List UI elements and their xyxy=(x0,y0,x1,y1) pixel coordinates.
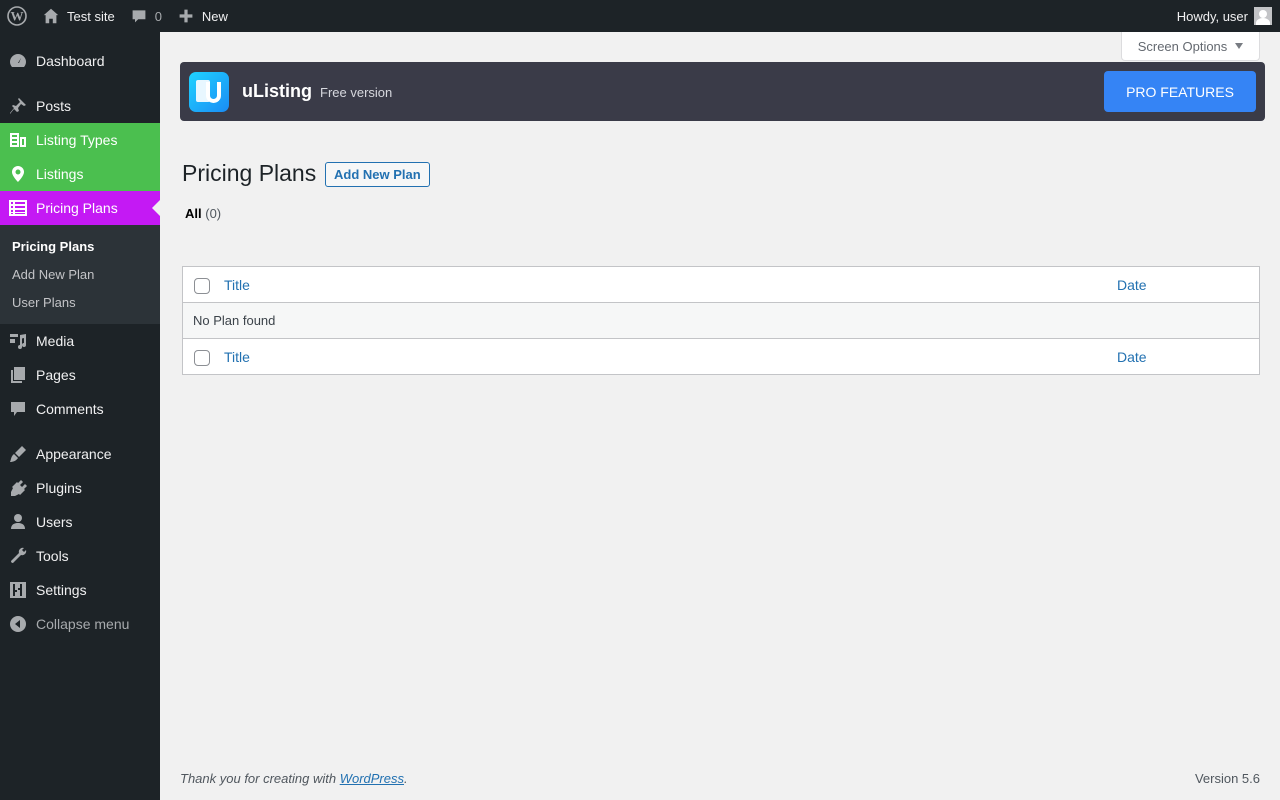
table-header-row: Title Date xyxy=(183,267,1259,303)
pricing-plans-submenu: Pricing Plans Add New Plan User Plans xyxy=(0,225,160,324)
table-footer-row: Title Date xyxy=(183,338,1259,374)
admin-bar: W Test site 0 New Howdy, user xyxy=(0,0,1280,32)
ulisting-logo-icon xyxy=(189,71,229,112)
menu-dashboard[interactable]: Dashboard xyxy=(0,44,160,78)
select-all-checkbox-footer[interactable] xyxy=(194,349,210,366)
footer-thanks-prefix: Thank you for creating with xyxy=(180,771,340,786)
wrench-icon xyxy=(0,546,36,566)
menu-label: Pages xyxy=(36,367,76,383)
page-title: Pricing Plans xyxy=(182,160,317,186)
filter-all-count: (0) xyxy=(205,206,222,221)
banner-version: Free version xyxy=(320,85,393,100)
footer-thanks-suffix: . xyxy=(404,771,408,786)
plans-table: Title Date No Plan found Title Date xyxy=(182,266,1260,375)
media-icon xyxy=(0,331,36,351)
menu-label: Media xyxy=(36,333,75,349)
status-filter: All (0) xyxy=(185,206,221,221)
comments-link[interactable]: 0 xyxy=(123,0,170,32)
pages-icon xyxy=(0,365,36,385)
comment-icon xyxy=(132,10,146,23)
menu-label: Collapse menu xyxy=(36,616,130,632)
footer-version: Version 5.6 xyxy=(1194,771,1260,786)
menu-listing-types[interactable]: Listing Types xyxy=(0,123,160,157)
location-pin-icon xyxy=(0,164,36,184)
home-icon xyxy=(43,8,59,24)
menu-label: Plugins xyxy=(36,480,82,496)
caret-down-icon xyxy=(1235,43,1244,49)
banner-brand: uListing xyxy=(242,81,312,101)
submenu-pricing-plans[interactable]: Pricing Plans xyxy=(0,232,160,260)
menu-listings[interactable]: Listings xyxy=(0,157,160,191)
column-title-footer[interactable]: Title xyxy=(224,349,250,365)
menu-appearance[interactable]: Appearance xyxy=(0,437,160,471)
menu-label: Appearance xyxy=(36,446,112,462)
brush-icon xyxy=(0,444,36,464)
svg-text:W: W xyxy=(11,9,24,24)
select-all-checkbox[interactable] xyxy=(194,277,210,294)
table-list-icon xyxy=(0,198,36,218)
plug-icon xyxy=(0,478,36,498)
pro-features-button[interactable]: PRO FEATURES xyxy=(1104,71,1256,112)
menu-media[interactable]: Media xyxy=(0,324,160,358)
menu-pricing-plans[interactable]: Pricing Plans xyxy=(0,191,160,225)
menu-settings[interactable]: Settings xyxy=(0,573,160,607)
footer-thanks: Thank you for creating with WordPress. xyxy=(180,771,408,786)
screen-options-label: Screen Options xyxy=(1137,38,1228,54)
menu-plugins[interactable]: Plugins xyxy=(0,471,160,505)
my-account[interactable]: Howdy, user xyxy=(1169,0,1280,32)
submenu-user-plans[interactable]: User Plans xyxy=(0,288,160,316)
collapse-icon xyxy=(0,614,36,634)
menu-label: Settings xyxy=(36,582,87,598)
dashboard-icon xyxy=(0,51,36,71)
screen-options-button[interactable]: Screen Options xyxy=(1121,32,1260,61)
empty-message: No Plan found xyxy=(193,313,276,328)
submenu-add-new-plan[interactable]: Add New Plan xyxy=(0,260,160,288)
user-icon xyxy=(0,512,36,532)
menu-pages[interactable]: Pages xyxy=(0,358,160,392)
menu-label: Users xyxy=(36,514,73,530)
admin-sidebar: Dashboard Posts Listing Types Listings P… xyxy=(0,32,160,800)
table-row-empty: No Plan found xyxy=(183,303,1259,338)
ulisting-banner: uListing Free version PRO FEATURES xyxy=(180,62,1265,121)
column-date-header[interactable]: Date xyxy=(1117,277,1147,293)
plus-icon xyxy=(179,9,193,23)
new-label: New xyxy=(201,8,228,24)
site-name: Test site xyxy=(67,8,115,24)
building-icon xyxy=(0,130,36,150)
menu-comments[interactable]: Comments xyxy=(0,392,160,426)
menu-label: Comments xyxy=(36,401,104,417)
greeting: Howdy, user xyxy=(1176,8,1248,24)
menu-label: Listing Types xyxy=(36,132,118,148)
comment-icon xyxy=(0,399,36,419)
menu-users[interactable]: Users xyxy=(0,505,160,539)
comments-count: 0 xyxy=(154,8,162,24)
filter-all-link[interactable]: All xyxy=(185,206,202,221)
add-new-plan-button[interactable]: Add New Plan xyxy=(325,162,430,187)
wordpress-link[interactable]: WordPress xyxy=(340,771,404,786)
wordpress-logo-icon[interactable]: W xyxy=(0,0,34,32)
menu-label: Tools xyxy=(36,548,69,564)
sliders-icon xyxy=(0,580,36,600)
menu-tools[interactable]: Tools xyxy=(0,539,160,573)
avatar xyxy=(1254,7,1272,25)
menu-label: Dashboard xyxy=(36,53,105,69)
column-date-footer[interactable]: Date xyxy=(1117,349,1147,365)
new-content-link[interactable]: New xyxy=(170,0,236,32)
menu-posts[interactable]: Posts xyxy=(0,89,160,123)
collapse-menu-button[interactable]: Collapse menu xyxy=(0,607,160,641)
column-title-header[interactable]: Title xyxy=(224,277,250,293)
site-name-link[interactable]: Test site xyxy=(34,0,123,32)
menu-label: Listings xyxy=(36,166,84,182)
menu-label: Posts xyxy=(36,98,72,114)
menu-label: Pricing Plans xyxy=(36,200,118,216)
pin-icon xyxy=(0,96,36,116)
